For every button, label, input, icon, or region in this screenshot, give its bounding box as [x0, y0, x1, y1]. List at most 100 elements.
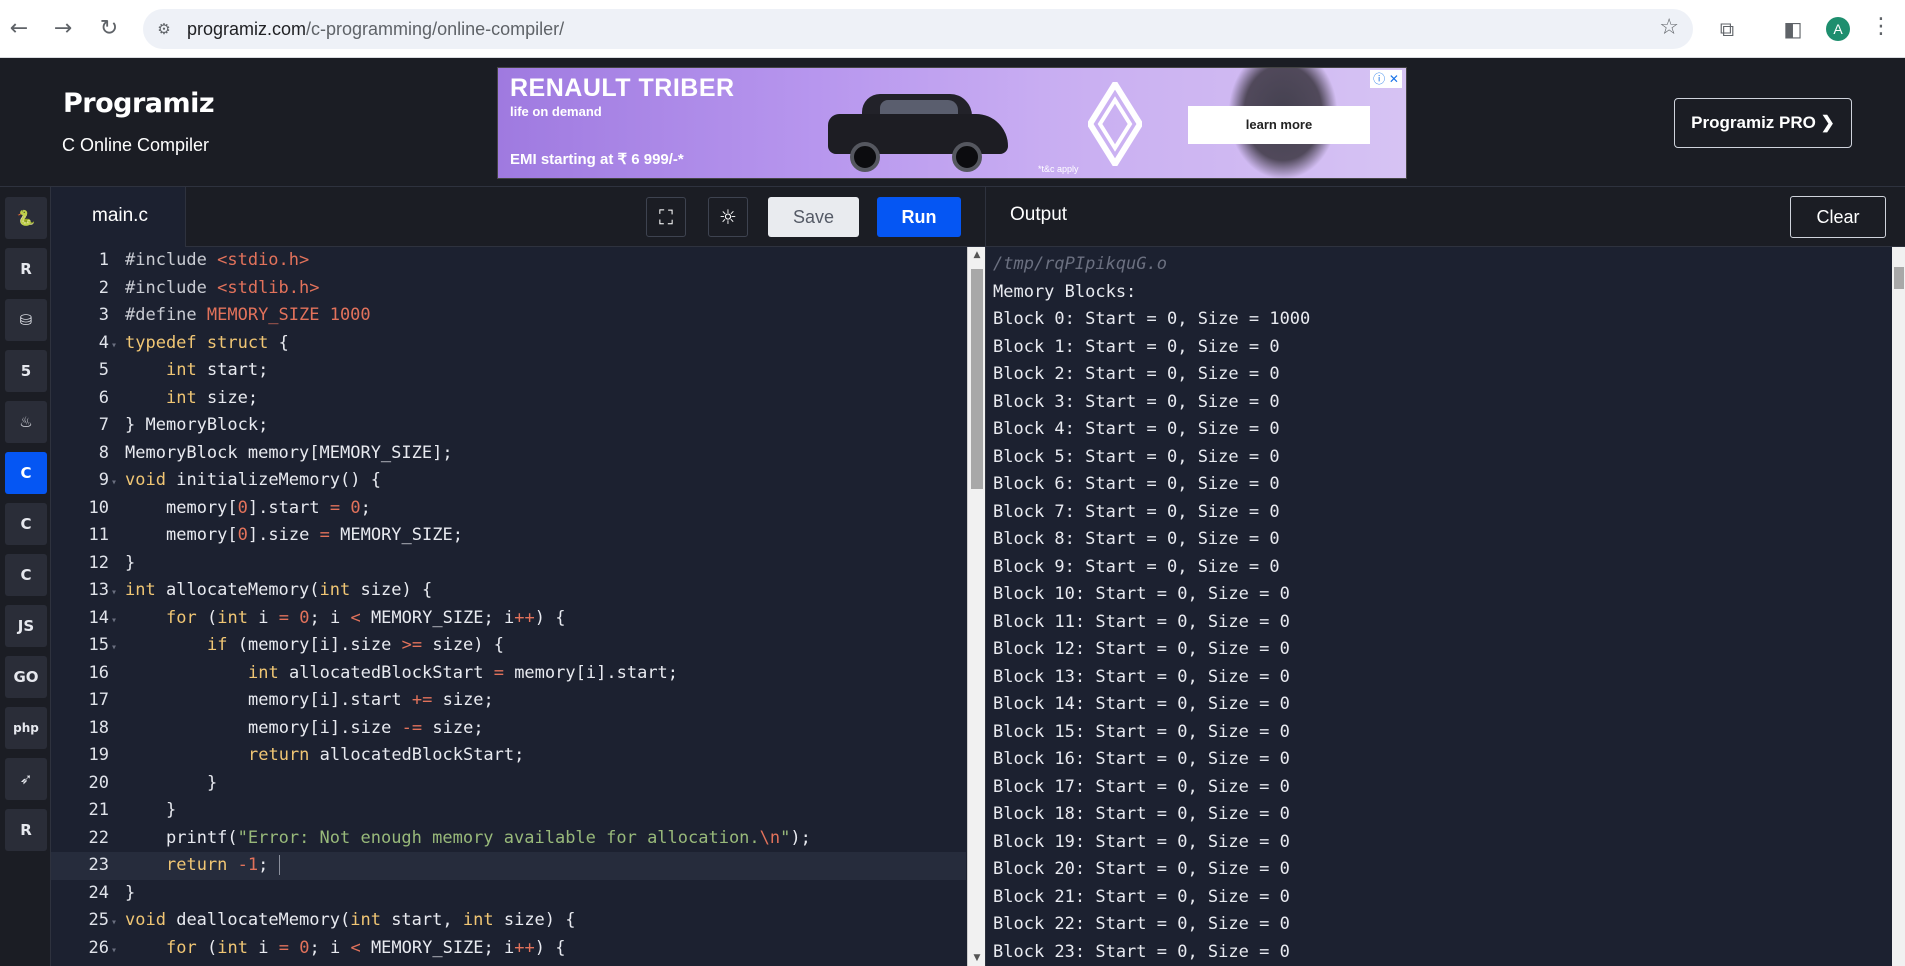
code-text: }	[125, 552, 136, 573]
csharp-icon[interactable]: C	[5, 554, 47, 596]
code-line[interactable]: 24 }	[51, 880, 966, 908]
code-line[interactable]: 5 int start;	[51, 357, 966, 385]
ad-learn-more-button[interactable]: learn more	[1188, 106, 1370, 144]
bookmark-star-icon[interactable]: ☆	[1659, 15, 1679, 40]
code-line[interactable]: 4 ▾ typedef struct {	[51, 330, 966, 358]
forward-icon[interactable]: →	[48, 14, 78, 44]
code-line[interactable]: 22 printf("Error: Not enough memory avai…	[51, 825, 966, 853]
code-line[interactable]: 19 return allocatedBlockStart;	[51, 742, 966, 770]
address-bar[interactable]: ⚙ programiz.com/c-programming/online-com…	[143, 9, 1693, 49]
code-text: return -1;	[166, 855, 269, 875]
line-number: 17	[88, 690, 109, 710]
code-text: void deallocateMemory(int start, int siz…	[125, 910, 576, 930]
ad-close-icon[interactable]: ⓘ ✕	[1370, 70, 1402, 88]
site-header: Programiz C Online Compiler RENAULT TRIB…	[0, 58, 1905, 187]
fold-toggle-icon[interactable]: ▾	[109, 607, 125, 635]
code-text: }	[207, 772, 218, 793]
fold-toggle-icon	[109, 689, 125, 717]
run-button[interactable]: Run	[877, 197, 961, 237]
code-line[interactable]: 6 int size;	[51, 385, 966, 413]
extensions-icon[interactable]: ⧉	[1713, 15, 1741, 43]
code-line[interactable]: 7 } MemoryBlock;	[51, 412, 966, 440]
code-line[interactable]: 9 ▾ void initializeMemory() {	[51, 467, 966, 495]
fold-toggle-icon[interactable]: ▾	[109, 634, 125, 662]
programiz-logo[interactable]: Programiz	[63, 88, 215, 119]
fold-toggle-icon[interactable]: ▾	[109, 937, 125, 965]
code-line[interactable]: 3 #define MEMORY_SIZE 1000	[51, 302, 966, 330]
code-line[interactable]: 17 memory[i].start += size;	[51, 687, 966, 715]
output-line: Block 18: Start = 0, Size = 0	[993, 804, 1290, 824]
php-icon[interactable]: php	[5, 707, 47, 749]
code-line[interactable]: 1 #include <stdio.h>	[51, 247, 966, 275]
code-line[interactable]: 15 ▾ if (memory[i].size >= size) {	[51, 632, 966, 660]
browser-menu-icon[interactable]: ⋮	[1870, 14, 1892, 39]
code-line[interactable]: 13 ▾ int allocateMemory(int size) {	[51, 577, 966, 605]
c-icon[interactable]: C	[5, 452, 47, 494]
output-line: Block 12: Start = 0, Size = 0	[993, 639, 1290, 659]
fold-toggle-icon	[109, 249, 125, 277]
output-line: Block 15: Start = 0, Size = 0	[993, 721, 1290, 742]
fold-toggle-icon[interactable]: ▾	[109, 909, 125, 937]
output-line: Block 7: Start = 0, Size = 0	[993, 501, 1280, 522]
js-icon[interactable]: JS	[5, 605, 47, 647]
line-number: 20	[88, 772, 109, 793]
swift-icon[interactable]: ➶	[5, 758, 47, 800]
code-text: MemoryBlock memory[MEMORY_SIZE];	[125, 442, 453, 463]
code-line[interactable]: 8 MemoryBlock memory[MEMORY_SIZE];	[51, 440, 966, 468]
code-line[interactable]: 2 #include <stdlib.h>	[51, 275, 966, 303]
code-line[interactable]: 14 ▾ for (int i = 0; i < MEMORY_SIZE; i++…	[51, 605, 966, 633]
html-icon[interactable]: 5	[5, 350, 47, 392]
fold-toggle-icon[interactable]: ▾	[109, 469, 125, 497]
advertisement-banner[interactable]: RENAULT TRIBER life on demand EMI starti…	[497, 67, 1407, 179]
output-line: Block 4: Start = 0, Size = 0	[993, 419, 1280, 439]
code-line[interactable]: 16 int allocatedBlockStart = memory[i].s…	[51, 660, 966, 688]
fold-toggle-icon	[109, 772, 125, 800]
output-line: Block 19: Start = 0, Size = 0	[993, 831, 1290, 852]
language-sidebar: 🐍 R ⛁ 5 ♨ C C C JS GO php ➶ R	[0, 187, 51, 966]
reload-icon[interactable]: ↻	[94, 14, 124, 44]
ad-tagline: life on demand	[510, 104, 602, 119]
output-console[interactable]: /tmp/rqPIpikquG.o Memory Blocks: Block 0: …	[993, 251, 1873, 966]
code-line[interactable]: 26 ▾ for (int i = 0; i < MEMORY_SIZE; i++…	[51, 935, 966, 963]
output-line: Block 10: Start = 0, Size = 0	[993, 584, 1290, 604]
code-line[interactable]: 20 }	[51, 770, 966, 798]
back-icon[interactable]: ←	[4, 14, 34, 44]
profile-avatar[interactable]: A	[1826, 17, 1850, 41]
fold-toggle-icon[interactable]: ▾	[109, 579, 125, 607]
output-scrollbar[interactable]	[1892, 247, 1905, 966]
code-line[interactable]: 12 }	[51, 550, 966, 578]
tab-main-c[interactable]: main.c	[51, 187, 186, 247]
code-line[interactable]: 10 memory[0].start = 0;	[51, 495, 966, 523]
save-button[interactable]: Save	[768, 197, 859, 237]
go-icon[interactable]: GO	[5, 656, 47, 698]
python-icon[interactable]: 🐍	[5, 197, 47, 239]
theme-toggle-icon[interactable]: ☼	[708, 197, 748, 237]
editor-scrollbar[interactable]: ▲ ▼	[967, 247, 985, 966]
clear-button[interactable]: Clear	[1790, 196, 1886, 238]
code-line[interactable]: 25 ▾ void deallocateMemory(int start, int …	[51, 907, 966, 935]
fold-toggle-icon[interactable]: ▾	[109, 332, 125, 360]
line-number: 13	[88, 580, 109, 600]
fold-toggle-icon	[109, 744, 125, 772]
side-panel-icon[interactable]: ◧	[1779, 15, 1807, 43]
code-line[interactable]: 11 memory[0].size = MEMORY_SIZE;	[51, 522, 966, 550]
code-line[interactable]: 18 memory[i].size -= size;	[51, 715, 966, 743]
programiz-pro-button[interactable]: Programiz PRO ❯	[1674, 98, 1852, 148]
code-text: #include <stdlib.h>	[125, 277, 320, 298]
fold-toggle-icon	[109, 827, 125, 855]
code-area[interactable]: 1 #include <stdio.h> 2 #include <stdlib.h…	[51, 247, 966, 966]
browser-toolbar: ← → ↻ ⚙ programiz.com/c-programming/onli…	[0, 0, 1905, 58]
code-line[interactable]: 23 return -1;	[51, 852, 966, 880]
r-icon[interactable]: R	[5, 248, 47, 290]
output-line: Block 23: Start = 0, Size = 0	[993, 941, 1290, 962]
java-icon[interactable]: ♨	[5, 401, 47, 443]
site-info-icon[interactable]: ⚙	[153, 18, 175, 40]
line-number: 2	[98, 277, 109, 298]
output-path: /tmp/rqPIpikquG.o	[993, 254, 1167, 274]
line-number: 11	[88, 525, 109, 545]
sql-icon[interactable]: ⛁	[5, 299, 47, 341]
cpp-icon[interactable]: C	[5, 503, 47, 545]
code-line[interactable]: 21 }	[51, 797, 966, 825]
rust-icon[interactable]: R	[5, 809, 47, 851]
fullscreen-icon[interactable]: ⛶	[646, 197, 686, 237]
